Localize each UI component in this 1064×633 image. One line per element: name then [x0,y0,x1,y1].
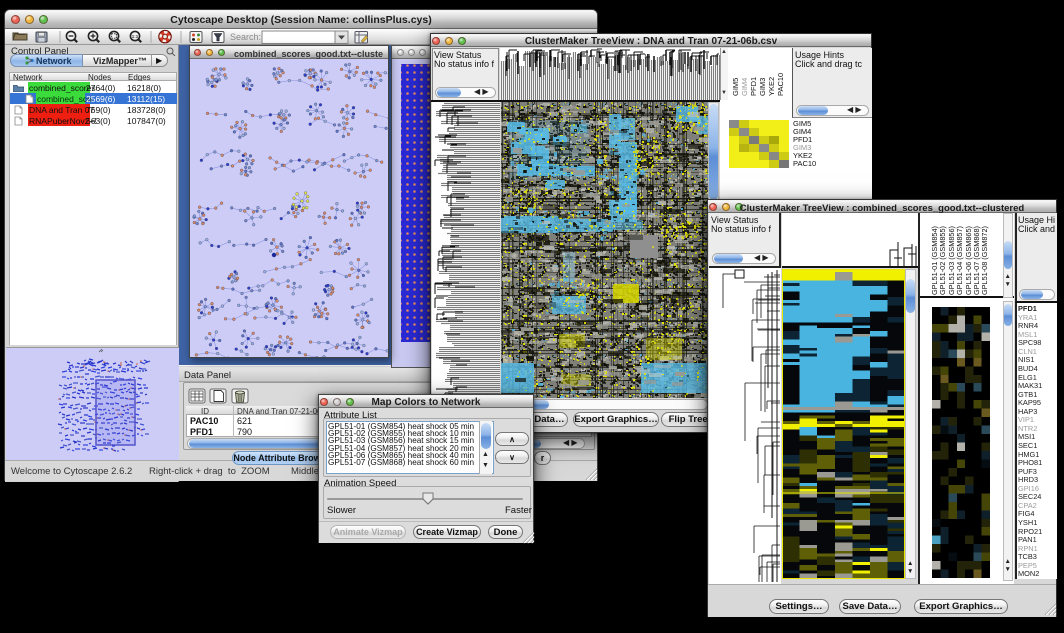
svg-text:Search:: Search: [230,32,261,42]
svg-text:1:1: 1:1 [132,34,139,39]
